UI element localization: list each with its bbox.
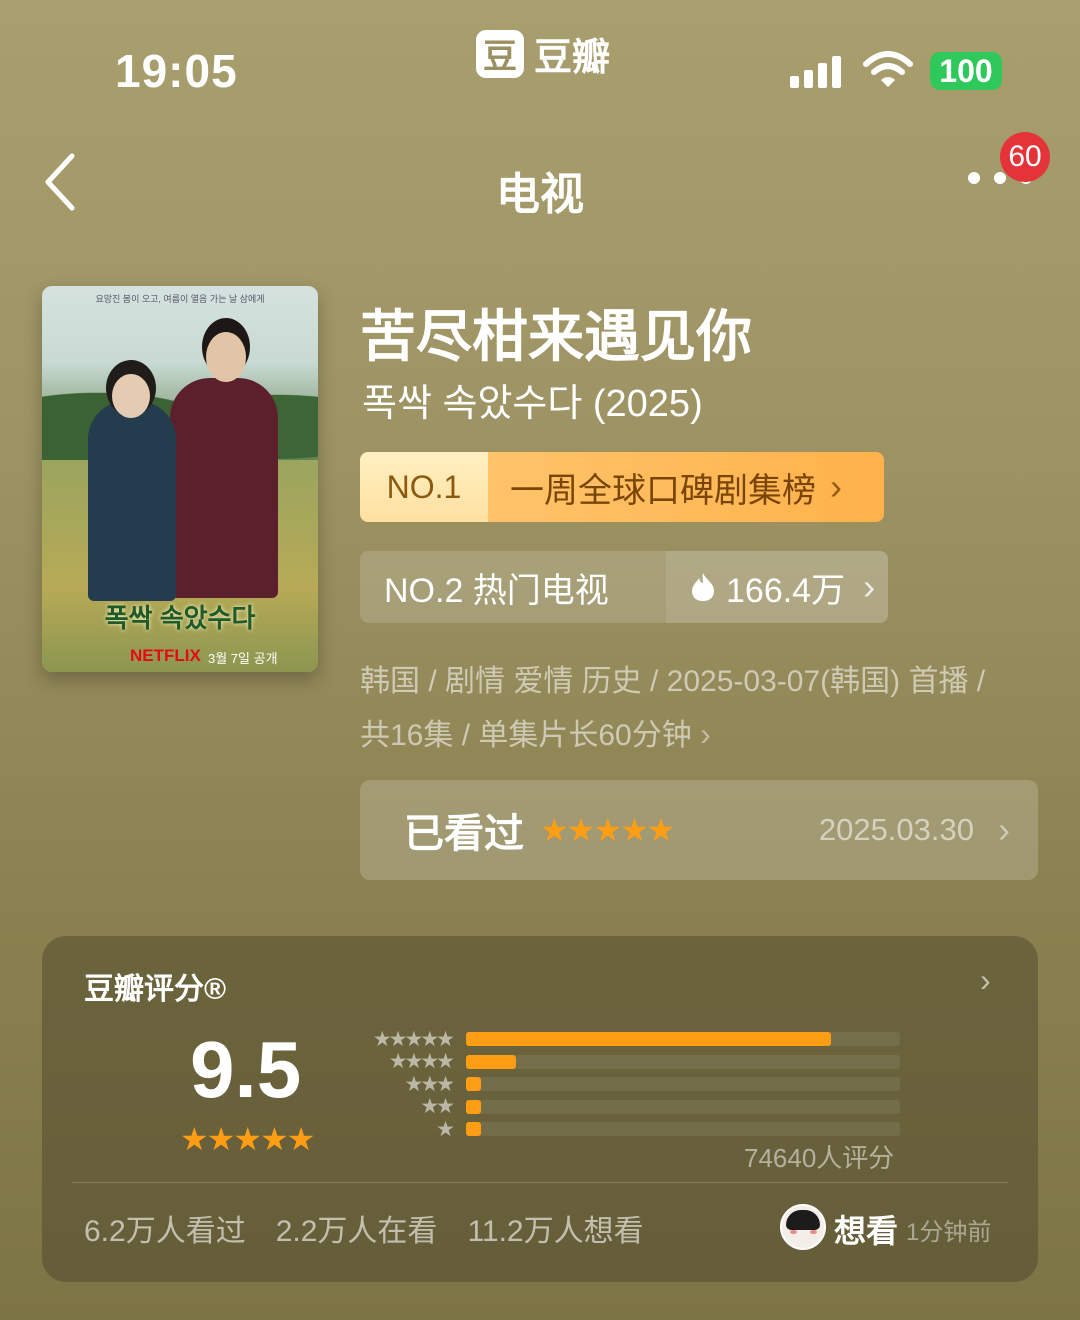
divider	[72, 1182, 1008, 1183]
poster-korean-title: 폭싹 속았수다	[104, 603, 256, 633]
battery-indicator: 100	[930, 52, 1002, 90]
status-time: 19:05	[115, 45, 238, 97]
stat-watching: 2.2万人在看	[275, 1215, 438, 1248]
page-title: 电视	[496, 170, 584, 219]
flame-icon	[692, 573, 714, 601]
app-logo: 豆 豆瓣	[476, 26, 610, 81]
rank-label: 一周全球口碑剧集榜	[510, 471, 816, 510]
friend-avatar[interactable]	[780, 1204, 826, 1250]
poster-release-note: 3월 7일 공개	[208, 651, 278, 666]
poster-tagline: 요망진 봄이 오고, 여름이 열음 가는 날 삼에게	[95, 294, 265, 304]
chevron-right-icon: ›	[700, 716, 711, 752]
wifi-icon	[863, 51, 913, 87]
rank-badge-global[interactable]: NO.1 一周全球口碑剧集榜 ›	[360, 452, 884, 522]
rating-stars: ★★★★★	[180, 1121, 315, 1157]
rating-bar-2-star: ★★	[340, 1095, 900, 1118]
show-poster[interactable]: 요망진 봄이 오고, 여름이 열음 가는 날 삼에게 폭싹 속았수다 NETFL…	[42, 286, 318, 672]
chevron-right-icon: ›	[998, 809, 1010, 850]
rank-number: NO.1	[360, 452, 488, 522]
rating-card-title: 豆瓣评分®	[84, 973, 227, 1006]
watched-date: 2025.03.30	[818, 812, 974, 847]
notification-badge[interactable]: 60	[1000, 132, 1050, 182]
douban-logo-icon: 豆	[476, 29, 524, 78]
netflix-logo: NETFLIX	[130, 646, 201, 665]
rating-count: 74640人评分	[744, 1143, 895, 1173]
poster-figure-woman	[88, 401, 176, 601]
show-meta[interactable]: 韩国 / 剧情 爱情 历史 / 2025-03-07(韩国) 首播 / 共16集…	[360, 656, 1040, 762]
stat-want: 11.2万人想看	[467, 1215, 644, 1248]
watched-label: 已看过	[404, 812, 524, 856]
meta-line-1: 韩国 / 剧情 爱情 历史 / 2025-03-07(韩国) 首播 /	[360, 665, 986, 698]
my-rating-stars: ★★★★★	[540, 812, 675, 848]
friend-action: 想看	[834, 1213, 899, 1249]
rating-bar-1-star: ★	[340, 1118, 900, 1141]
audience-stats: 6.2万人看过 2.2万人在看 11.2万人想看	[84, 1206, 644, 1250]
cellular-signal-icon	[790, 54, 841, 88]
app-name: 豆瓣	[534, 37, 611, 79]
chevron-right-icon[interactable]: ›	[980, 962, 991, 999]
friend-action-time: 1分钟前	[906, 1219, 992, 1246]
poster-figure-man	[170, 378, 278, 598]
heat-value: 166.4万	[726, 571, 846, 610]
stat-watched: 6.2万人看过	[84, 1215, 246, 1248]
watched-status-button[interactable]: 已看过 ★★★★★ 2025.03.30 ›	[360, 780, 1038, 880]
chevron-right-icon: ›	[830, 466, 842, 507]
rating-bar-3-star: ★★★	[340, 1073, 900, 1096]
rating-score: 9.5	[190, 1025, 302, 1114]
show-original-title: 폭싹 속았수다 (2025)	[362, 383, 703, 425]
chevron-right-icon: ›	[863, 566, 876, 607]
hot-rank-label: NO.2 热门电视	[384, 571, 609, 610]
rating-bar-5-star: ★★★★★	[340, 1028, 900, 1051]
show-title: 苦尽柑来遇见你	[360, 305, 752, 368]
rank-badge-hot[interactable]: NO.2 热门电视 166.4万 ›	[360, 551, 888, 623]
rating-bar-4-star: ★★★★	[340, 1050, 900, 1073]
meta-line-2: 共16集 / 单集片长60分钟	[360, 719, 692, 752]
